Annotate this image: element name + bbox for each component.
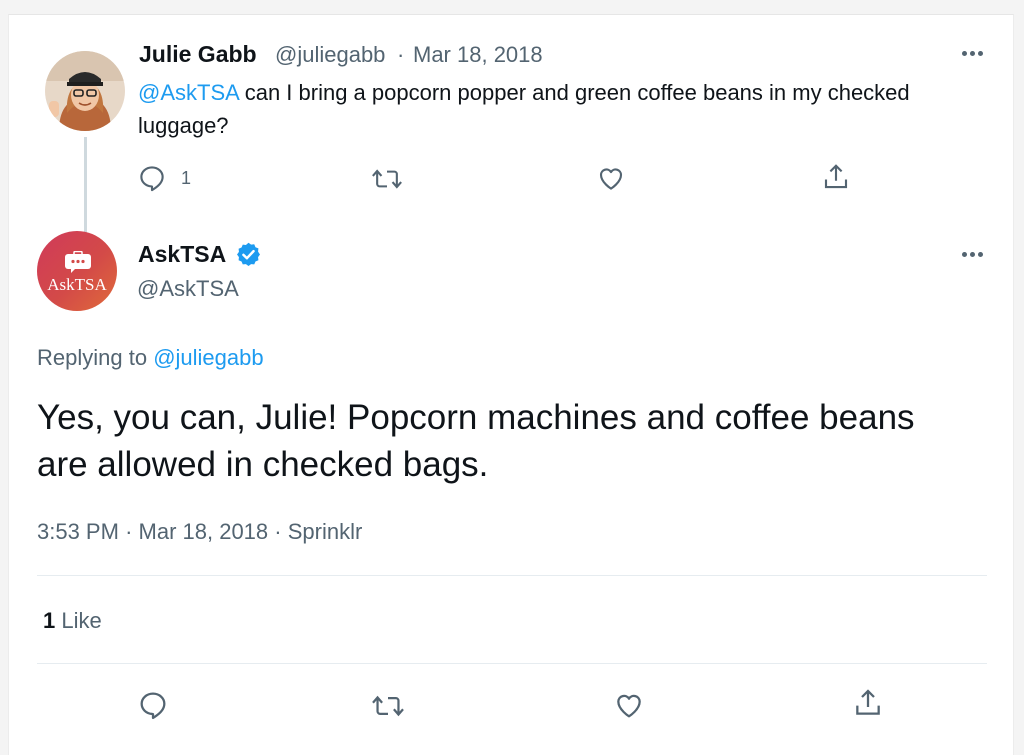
parent-share-button[interactable] bbox=[821, 162, 851, 192]
like-count-label: Like bbox=[61, 608, 102, 633]
parent-tweet-text: @AskTSA can I bring a popcorn popper and… bbox=[138, 76, 938, 142]
timestamp-separator-2: · bbox=[274, 519, 282, 544]
like-count-number: 1 bbox=[43, 608, 56, 633]
main-tweet-date[interactable]: Mar 18, 2018 bbox=[139, 519, 269, 544]
share-icon bbox=[824, 164, 848, 189]
reply-icon bbox=[140, 166, 164, 192]
divider-top bbox=[37, 575, 987, 576]
likes-count[interactable]: 1 Like bbox=[43, 608, 102, 634]
divider-bottom bbox=[37, 663, 987, 664]
main-like-button[interactable] bbox=[613, 689, 645, 721]
replying-to-mention[interactable]: @juliegabb bbox=[153, 345, 263, 370]
replying-to-line: Replying to @juliegabb bbox=[37, 345, 264, 371]
avatar-asktsa-label: AskTSA bbox=[47, 275, 107, 294]
replying-to-prefix: Replying to bbox=[37, 345, 148, 370]
parent-tweet-body: can I bring a popcorn popper and green c… bbox=[138, 80, 910, 138]
parent-retweet-button[interactable] bbox=[371, 164, 403, 194]
parent-reply-button[interactable]: 1 bbox=[137, 163, 191, 193]
main-share-button[interactable] bbox=[852, 687, 884, 719]
share-icon bbox=[856, 689, 880, 715]
main-more-icon[interactable] bbox=[957, 248, 987, 260]
parent-author-handle[interactable]: @juliegabb bbox=[275, 42, 385, 68]
retweet-icon bbox=[372, 695, 404, 717]
main-tweet-timestamp: 3:53 PM · Mar 18, 2018 · Sprinklr bbox=[37, 519, 362, 545]
avatar-photo-icon bbox=[45, 51, 125, 131]
reply-icon bbox=[140, 692, 166, 720]
main-tweet-source[interactable]: Sprinklr bbox=[288, 519, 363, 544]
main-author-handle[interactable]: @AskTSA bbox=[137, 276, 239, 302]
parent-meta-separator: · bbox=[397, 42, 405, 67]
like-icon bbox=[617, 694, 641, 718]
parent-tweet-date[interactable]: Mar 18, 2018 bbox=[413, 42, 543, 68]
main-tweet-time[interactable]: 3:53 PM bbox=[37, 519, 119, 544]
main-retweet-button[interactable] bbox=[371, 690, 405, 722]
main-tweet-text: Yes, you can, Julie! Popcorn machines an… bbox=[37, 398, 915, 484]
parent-like-button[interactable] bbox=[596, 163, 626, 193]
parent-author-name[interactable]: Julie Gabb bbox=[139, 41, 257, 68]
parent-reply-count: 1 bbox=[181, 167, 192, 188]
avatar-asktsa[interactable]: AskTSA bbox=[37, 231, 117, 311]
avatar-julie-gabb[interactable] bbox=[45, 51, 125, 131]
mention-asktsa[interactable]: @AskTSA bbox=[138, 80, 239, 105]
chat-bubble-icon bbox=[65, 251, 91, 273]
thread-connector-line bbox=[84, 137, 87, 237]
main-author-name[interactable]: AskTSA bbox=[138, 241, 226, 268]
main-reply-button[interactable] bbox=[137, 689, 169, 721]
retweet-icon bbox=[372, 169, 402, 189]
verified-badge-icon bbox=[237, 242, 260, 266]
tweet-card: Julie Gabb @juliegabb · Mar 18, 2018 @As… bbox=[8, 14, 1014, 755]
parent-more-icon[interactable] bbox=[957, 47, 987, 59]
timestamp-separator-1: · bbox=[125, 519, 133, 544]
like-icon bbox=[599, 168, 623, 190]
